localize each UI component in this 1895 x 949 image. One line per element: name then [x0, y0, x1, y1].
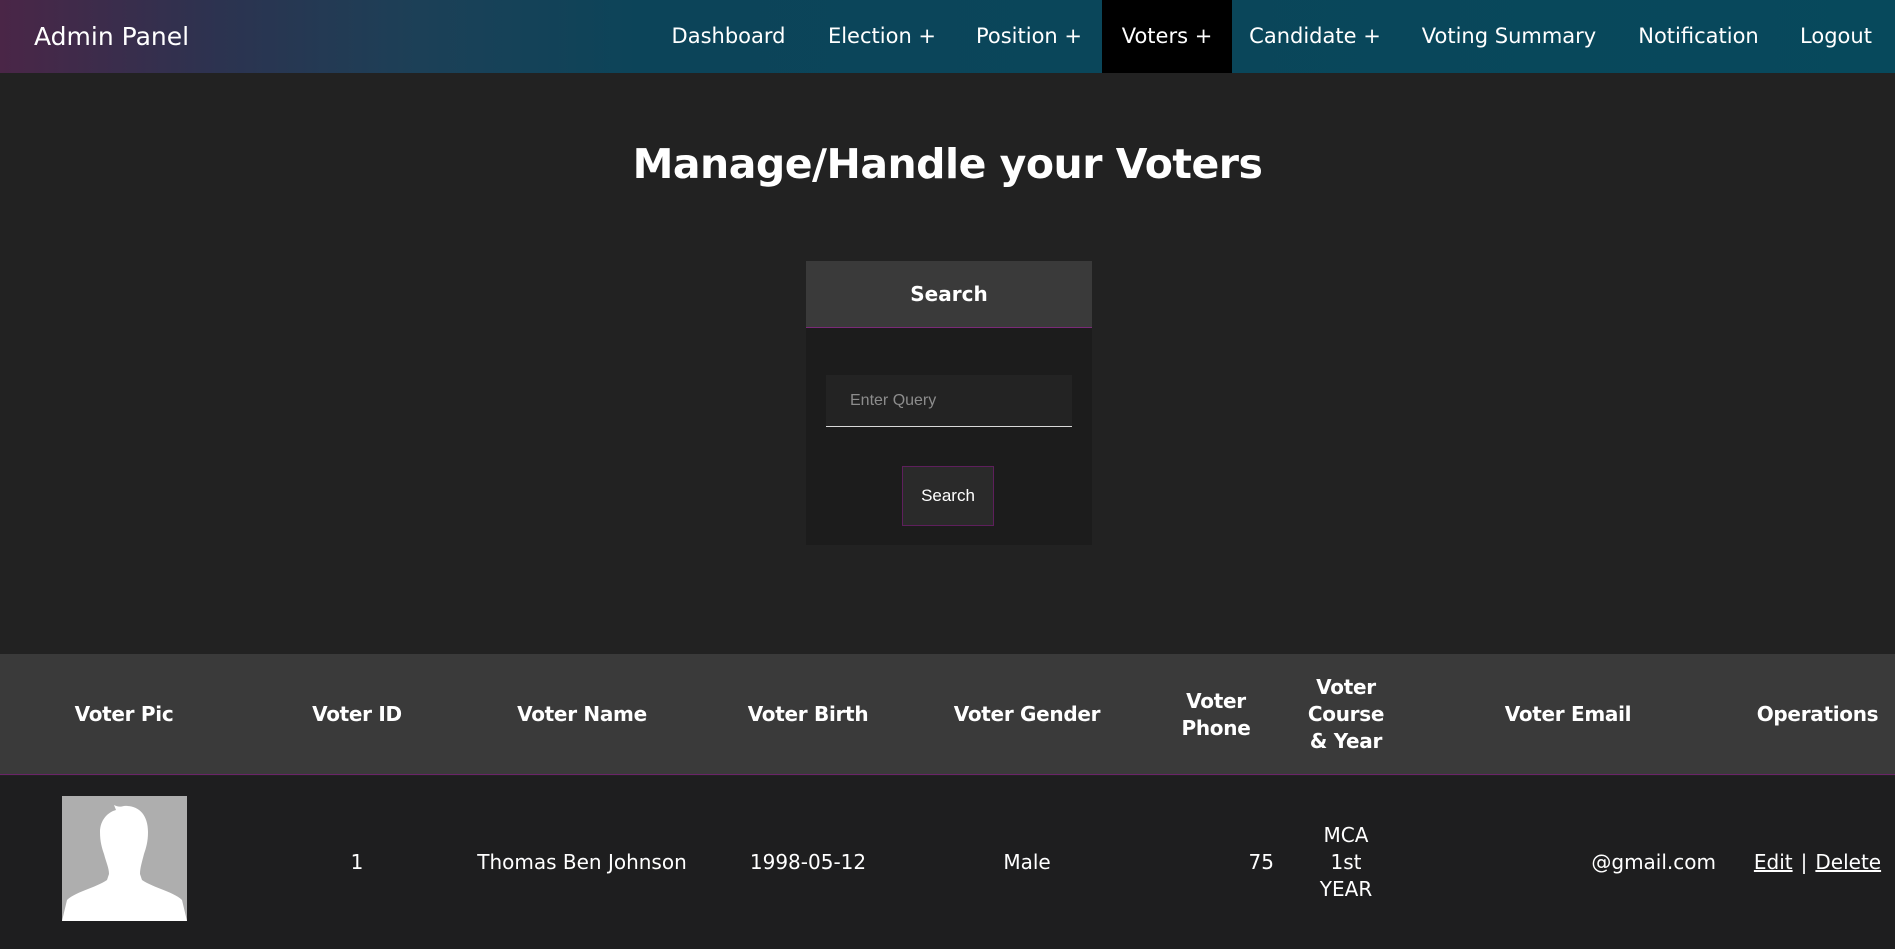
header-voter-pic-label: Voter Pic: [74, 702, 174, 726]
delete-link[interactable]: Delete: [1815, 849, 1881, 876]
top-navbar: Admin Panel Dashboard Election + Positio…: [0, 0, 1895, 73]
header-voter-phone-line2: Phone: [1181, 715, 1251, 740]
header-voter-birth-label: Voter Birth: [747, 702, 869, 726]
cell-voter-email: @gmail.com: [1591, 850, 1716, 874]
page-title: Manage/Handle your Voters: [632, 140, 1263, 188]
cell-voter-course: MCA 1st YEAR: [1296, 776, 1396, 949]
header-voter-pic: Voter Pic: [0, 654, 248, 775]
nav-dashboard[interactable]: Dashboard: [649, 0, 808, 73]
cell-voter-birth: 1998-05-12: [749, 850, 867, 874]
cell-voter-phone: 75: [1248, 850, 1274, 874]
nav-notification[interactable]: Notification: [1620, 0, 1777, 73]
header-voter-course-line3: & Year: [1309, 729, 1383, 753]
header-voter-gender-label: Voter Gender: [953, 702, 1101, 726]
header-voter-phone-line1: Voter: [1186, 688, 1246, 713]
cell-voter-name: Thomas Ben Johnson: [477, 850, 687, 874]
table-row: 1 Thomas Ben Johnson 1998-05-12 Male 75 …: [0, 776, 1895, 949]
nav-candidate[interactable]: Candidate +: [1232, 0, 1398, 73]
search-button[interactable]: Search: [902, 466, 994, 526]
search-input[interactable]: [826, 375, 1072, 427]
header-voter-course-line2: Course: [1307, 702, 1385, 726]
header-voter-email-label: Voter Email: [1504, 702, 1632, 726]
operations-separator: |: [1800, 850, 1808, 874]
cell-voter-gender: Male: [1003, 850, 1051, 874]
header-voter-gender: Voter Gender: [918, 654, 1136, 775]
header-voter-birth: Voter Birth: [698, 654, 918, 775]
header-operations-label: Operations: [1756, 702, 1879, 726]
nav-election[interactable]: Election +: [808, 0, 956, 73]
header-voter-email: Voter Email: [1396, 654, 1740, 775]
cell-operations: Edit | Delete: [1740, 776, 1895, 949]
header-voter-name: Voter Name: [466, 654, 698, 775]
search-card: Search Search: [806, 261, 1092, 545]
voter-avatar: [62, 796, 187, 921]
header-voter-course: Voter Course & Year: [1296, 654, 1396, 775]
header-voter-course-line1: Voter: [1316, 675, 1376, 699]
user-silhouette-icon: [62, 796, 187, 921]
header-operations: Operations: [1740, 654, 1895, 775]
nav-position[interactable]: Position +: [956, 0, 1102, 73]
nav-voters[interactable]: Voters +: [1102, 0, 1232, 73]
nav-voting-summary[interactable]: Voting Summary: [1398, 0, 1620, 73]
cell-voter-course-line3: YEAR: [1319, 877, 1373, 901]
edit-link[interactable]: Edit: [1754, 849, 1793, 876]
brand-title[interactable]: Admin Panel: [34, 0, 189, 73]
voters-table-header: Voter Pic Voter ID Voter Name Voter Birt…: [0, 654, 1895, 775]
header-voter-name-label: Voter Name: [517, 702, 647, 726]
search-card-header: Search: [806, 261, 1092, 328]
header-voter-id-label: Voter ID: [312, 702, 402, 726]
cell-voter-course-line1: MCA: [1323, 823, 1369, 847]
cell-voter-id: 1: [350, 850, 364, 874]
header-voter-phone: Voter Phone: [1136, 654, 1296, 775]
nav-logout[interactable]: Logout: [1777, 0, 1895, 73]
header-voter-id: Voter ID: [248, 654, 466, 775]
cell-voter-course-line2: 1st: [1330, 850, 1362, 874]
